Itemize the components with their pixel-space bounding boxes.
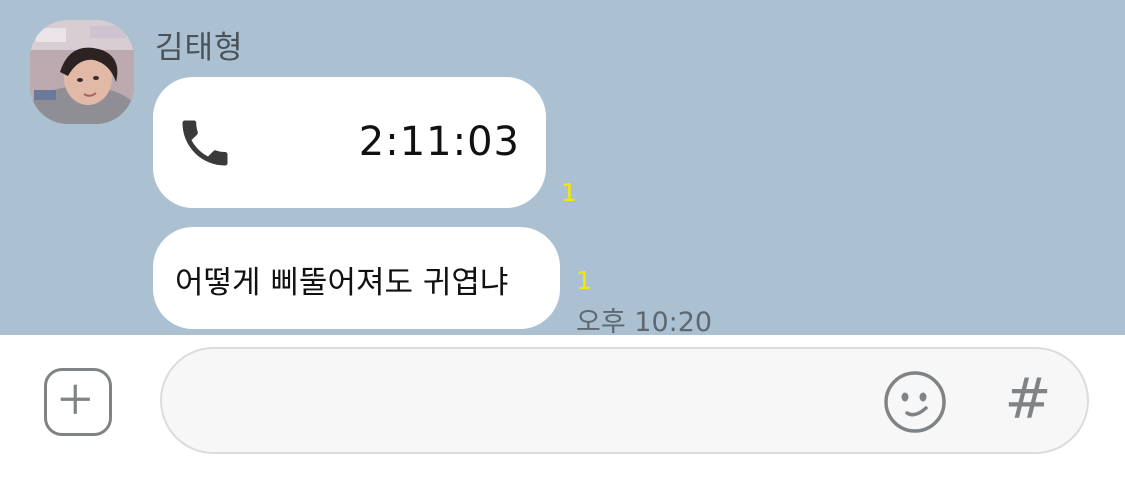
text-message-bubble[interactable]: 어떻게 삐뚤어져도 귀엽냐 [153, 227, 560, 329]
phone-icon [182, 120, 228, 166]
unread-count: 1 [576, 266, 592, 295]
hashtag-button[interactable]: # [1000, 365, 1056, 435]
chat-area: 김태형 2:11:03 1 어떻게 삐뚤어져도 귀엽냐 1 오후 10:20 [0, 0, 1125, 335]
message-timestamp: 오후 10:20 [576, 307, 713, 335]
call-message-bubble[interactable]: 2:11:03 [153, 77, 546, 208]
call-duration: 2:11:03 [358, 119, 520, 165]
add-button[interactable] [44, 368, 112, 436]
input-bar: # [0, 335, 1125, 490]
sender-name: 김태형 [155, 30, 244, 66]
unread-count: 1 [561, 178, 577, 207]
avatar-photo [30, 20, 134, 124]
message-input[interactable] [160, 347, 1089, 454]
smiley-icon[interactable] [883, 370, 947, 434]
plus-icon [60, 384, 90, 414]
avatar[interactable] [30, 20, 134, 124]
message-text: 어떻게 삐뚤어져도 귀엽냐 [175, 265, 509, 301]
